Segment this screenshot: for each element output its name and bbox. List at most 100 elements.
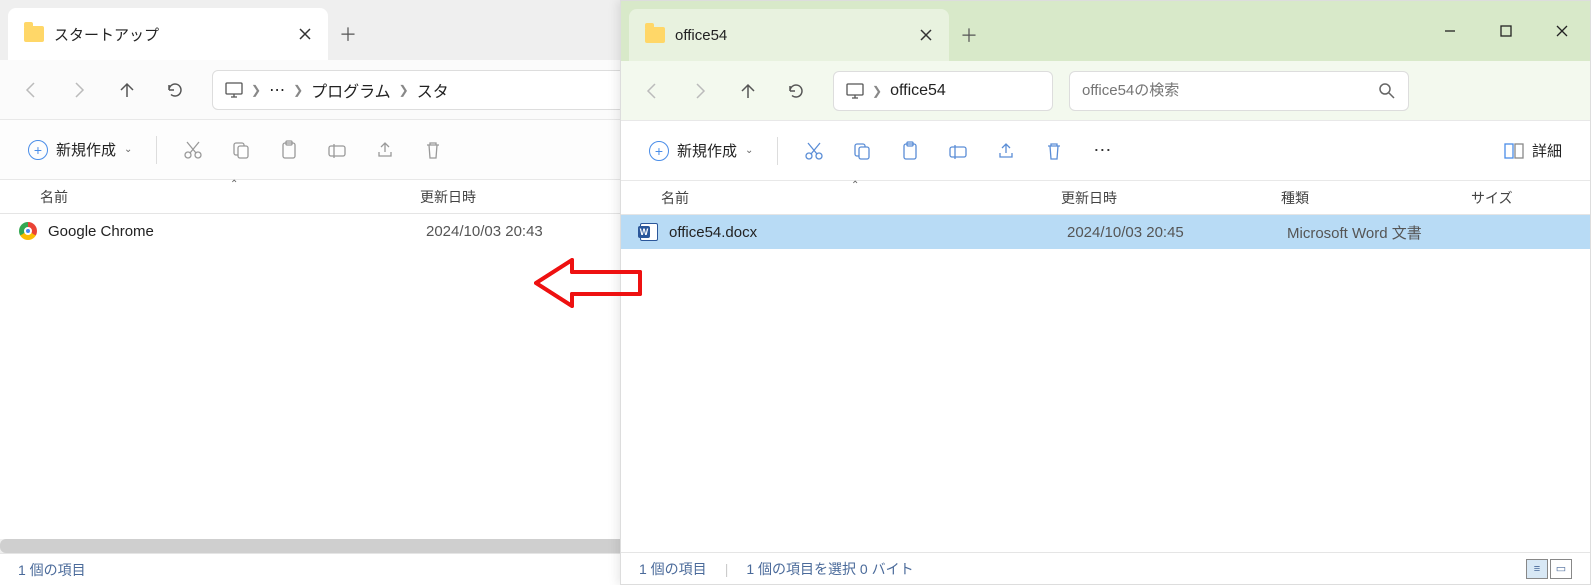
details-icon bbox=[1504, 143, 1524, 159]
forward-button[interactable] bbox=[679, 70, 721, 112]
address-bar[interactable]: ❯ office54 bbox=[833, 71, 1053, 111]
file-list[interactable]: office54.docx 2024/10/03 20:45 Microsoft… bbox=[621, 215, 1590, 552]
breadcrumb-ellipsis[interactable]: ⋯ bbox=[269, 80, 285, 100]
cut-button[interactable] bbox=[792, 131, 836, 171]
pc-icon bbox=[846, 83, 864, 99]
refresh-button[interactable] bbox=[775, 70, 817, 112]
sort-caret-icon: ⌃ bbox=[851, 180, 859, 191]
chevron-down-icon: ⌄ bbox=[124, 144, 132, 155]
details-button[interactable]: 詳細 bbox=[1494, 134, 1572, 167]
file-date: 2024/10/03 20:43 bbox=[426, 223, 646, 240]
file-row[interactable]: office54.docx 2024/10/03 20:45 Microsoft… bbox=[621, 215, 1590, 249]
chevron-right-icon: ❯ bbox=[399, 83, 409, 97]
tab-title: スタートアップ bbox=[54, 24, 288, 45]
tab-office54[interactable]: office54 bbox=[629, 9, 949, 61]
explorer-window-office54: office54 ＋ ❯ office54 + 新規作成 bbox=[620, 0, 1591, 585]
back-button[interactable] bbox=[631, 70, 673, 112]
file-type: Microsoft Word 文書 bbox=[1287, 222, 1487, 243]
file-date: 2024/10/03 20:45 bbox=[1067, 224, 1287, 241]
refresh-button[interactable] bbox=[154, 69, 196, 111]
pc-icon bbox=[225, 82, 243, 98]
titlebar: スタートアップ ＋ bbox=[0, 0, 720, 60]
new-button[interactable]: + 新規作成 ⌄ bbox=[639, 134, 763, 167]
delete-button[interactable] bbox=[411, 130, 455, 170]
window-controls bbox=[1422, 1, 1590, 61]
status-item-count: 1 個の項目 bbox=[639, 559, 707, 579]
chevron-right-icon: ❯ bbox=[872, 84, 882, 98]
breadcrumb-segment[interactable]: プログラム bbox=[311, 78, 391, 102]
chrome-icon bbox=[18, 221, 38, 241]
up-button[interactable] bbox=[106, 69, 148, 111]
file-name: Google Chrome bbox=[48, 223, 426, 240]
column-size-header[interactable]: サイズ bbox=[1471, 188, 1590, 208]
horizontal-scrollbar[interactable] bbox=[0, 539, 720, 553]
share-button[interactable] bbox=[363, 130, 407, 170]
navbar: ❯ office54 bbox=[621, 61, 1590, 121]
copy-button[interactable] bbox=[840, 131, 884, 171]
share-button[interactable] bbox=[984, 131, 1028, 171]
minimize-button[interactable] bbox=[1422, 1, 1478, 61]
chevron-down-icon: ⌄ bbox=[745, 145, 753, 156]
column-name-header[interactable]: 名前 bbox=[661, 188, 1061, 208]
column-headers: ⌃ 名前 更新日時 bbox=[0, 180, 720, 214]
new-tab-button[interactable]: ＋ bbox=[328, 8, 368, 60]
separator bbox=[777, 137, 778, 165]
titlebar: office54 ＋ bbox=[621, 1, 1590, 61]
forward-button[interactable] bbox=[58, 69, 100, 111]
statusbar: 1 個の項目 | 1 個の項目を選択 0 バイト ≡ ▭ bbox=[621, 552, 1590, 584]
chevron-right-icon: ❯ bbox=[293, 83, 303, 97]
search-icon[interactable] bbox=[1378, 82, 1396, 100]
chevron-right-icon: ❯ bbox=[251, 83, 261, 97]
file-list[interactable]: Google Chrome 2024/10/03 20:43 bbox=[0, 214, 720, 539]
new-tab-button[interactable]: ＋ bbox=[949, 9, 989, 61]
folder-icon bbox=[24, 26, 44, 42]
paste-button[interactable] bbox=[267, 130, 311, 170]
status-item-count: 1 個の項目 bbox=[18, 560, 86, 580]
search-input[interactable] bbox=[1082, 82, 1378, 99]
explorer-window-startup: スタートアップ ＋ ❯ ⋯ ❯ プログラム ❯ スタ + 新規作成 ⌄ bbox=[0, 0, 720, 585]
view-mode-switcher: ≡ ▭ bbox=[1526, 559, 1572, 579]
toolbar: + 新規作成 ⌄ bbox=[0, 120, 720, 180]
view-grid-button[interactable]: ▭ bbox=[1550, 559, 1572, 579]
navbar: ❯ ⋯ ❯ プログラム ❯ スタ bbox=[0, 60, 720, 120]
word-doc-icon bbox=[639, 222, 659, 242]
maximize-button[interactable] bbox=[1478, 1, 1534, 61]
file-row[interactable]: Google Chrome 2024/10/03 20:43 bbox=[0, 214, 720, 248]
delete-button[interactable] bbox=[1032, 131, 1076, 171]
plus-circle-icon: + bbox=[649, 141, 669, 161]
separator bbox=[156, 136, 157, 164]
new-button[interactable]: + 新規作成 ⌄ bbox=[18, 133, 142, 166]
new-button-label: 新規作成 bbox=[56, 139, 116, 160]
tab-title: office54 bbox=[675, 27, 909, 44]
new-button-label: 新規作成 bbox=[677, 140, 737, 161]
paste-button[interactable] bbox=[888, 131, 932, 171]
statusbar: 1 個の項目 bbox=[0, 553, 720, 585]
status-selected: 1 個の項目を選択 0 バイト bbox=[746, 559, 913, 579]
close-button[interactable] bbox=[1534, 1, 1590, 61]
plus-circle-icon: + bbox=[28, 140, 48, 160]
more-button[interactable]: ⋯ bbox=[1080, 131, 1124, 171]
column-type-header[interactable]: 種類 bbox=[1281, 188, 1471, 208]
sort-caret-icon: ⌃ bbox=[230, 179, 238, 190]
rename-button[interactable] bbox=[936, 131, 980, 171]
breadcrumb-segment[interactable]: スタ bbox=[417, 78, 449, 102]
column-date-header[interactable]: 更新日時 bbox=[420, 187, 640, 207]
back-button[interactable] bbox=[10, 69, 52, 111]
details-label: 詳細 bbox=[1532, 140, 1562, 161]
search-box[interactable] bbox=[1069, 71, 1409, 111]
column-date-header[interactable]: 更新日時 bbox=[1061, 188, 1281, 208]
file-name: office54.docx bbox=[669, 224, 1067, 241]
tab-close-button[interactable] bbox=[298, 27, 312, 41]
column-headers: ⌃ 名前 更新日時 種類 サイズ bbox=[621, 181, 1590, 215]
toolbar: + 新規作成 ⌄ ⋯ 詳細 bbox=[621, 121, 1590, 181]
separator: | bbox=[725, 561, 729, 577]
folder-icon bbox=[645, 27, 665, 43]
cut-button[interactable] bbox=[171, 130, 215, 170]
tab-startup[interactable]: スタートアップ bbox=[8, 8, 328, 60]
view-list-button[interactable]: ≡ bbox=[1526, 559, 1548, 579]
copy-button[interactable] bbox=[219, 130, 263, 170]
up-button[interactable] bbox=[727, 70, 769, 112]
rename-button[interactable] bbox=[315, 130, 359, 170]
tab-close-button[interactable] bbox=[919, 28, 933, 42]
breadcrumb-segment[interactable]: office54 bbox=[890, 82, 946, 100]
